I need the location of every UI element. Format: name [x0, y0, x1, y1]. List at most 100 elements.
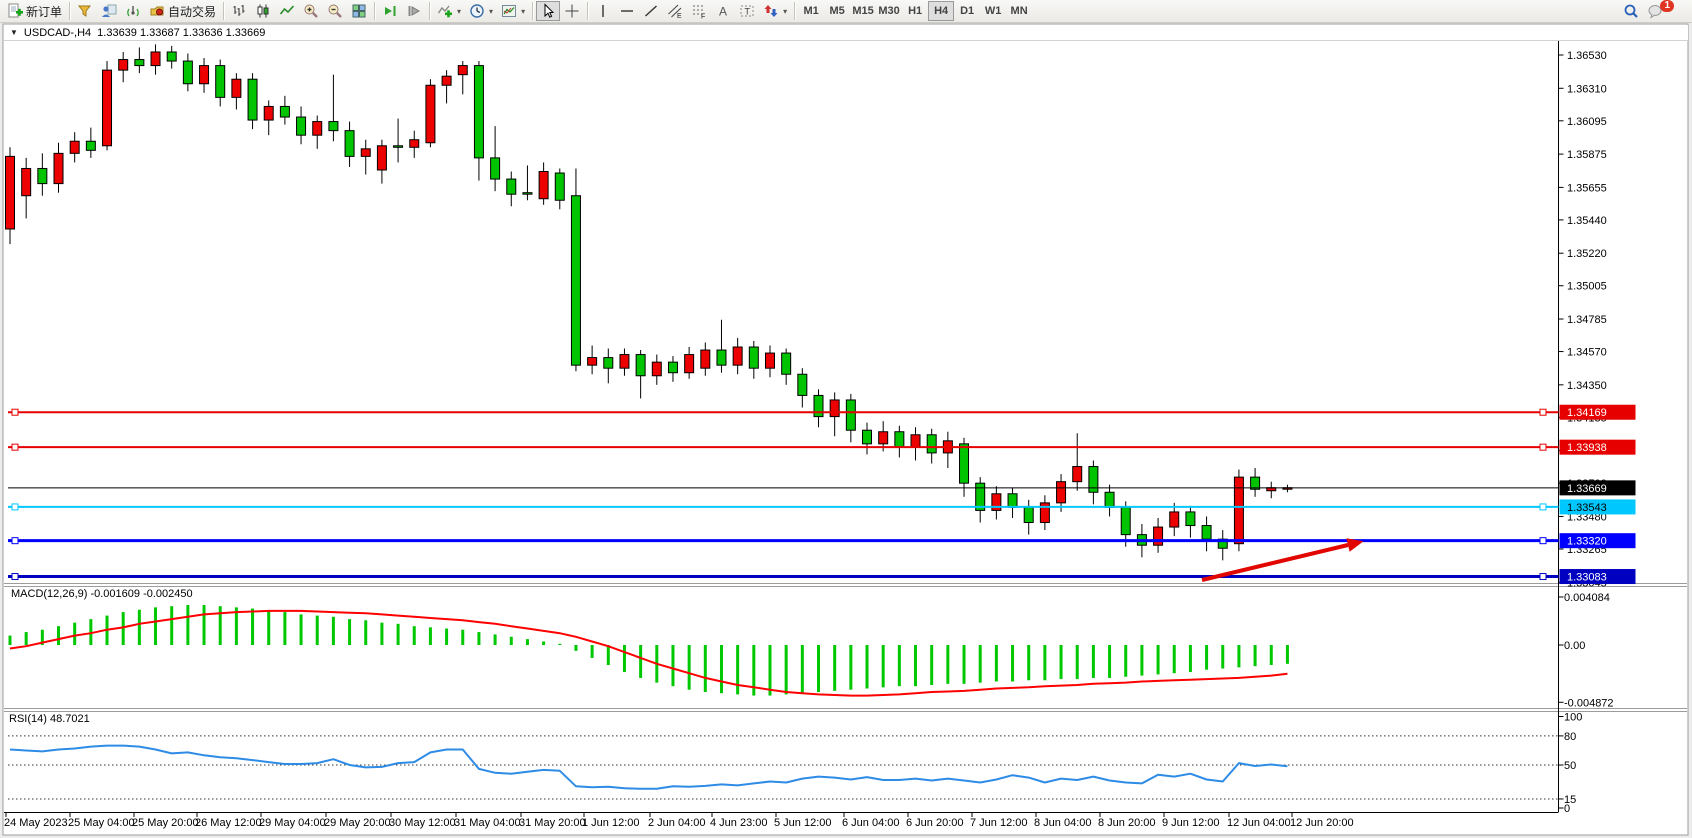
timeframe-m30-button[interactable]: M30 — [876, 1, 902, 21]
svg-text:1.33083: 1.33083 — [1567, 572, 1607, 584]
timeframe-mn-button[interactable]: MN — [1006, 1, 1032, 21]
svg-text:0: 0 — [1564, 803, 1570, 815]
new-order-button[interactable]: 新订单 — [3, 1, 66, 21]
timeframe-m1-button[interactable]: M1 — [798, 1, 824, 21]
svg-text:1.36530: 1.36530 — [1567, 50, 1607, 62]
search-icon — [1623, 3, 1639, 19]
crosshair-button[interactable] — [560, 1, 584, 21]
svg-text:8 Jun 04:00: 8 Jun 04:00 — [1034, 817, 1092, 829]
svg-text:30 May 12:00: 30 May 12:00 — [389, 817, 456, 829]
bar-chart-type-button[interactable] — [227, 1, 251, 21]
toolbar-separator — [532, 2, 533, 20]
svg-text:F: F — [701, 14, 705, 20]
indicators-button[interactable]: ▾ — [433, 1, 465, 21]
svg-text:1.33669: 1.33669 — [1567, 483, 1607, 495]
zoom-in-button[interactable] — [299, 1, 323, 21]
equidistant-channel-button[interactable]: E — [663, 1, 687, 21]
horizontal-line-button[interactable] — [615, 1, 639, 21]
svg-text:12 Jun 04:00: 12 Jun 04:00 — [1227, 817, 1291, 829]
svg-text:8 Jun 20:00: 8 Jun 20:00 — [1098, 817, 1156, 829]
chevron-down-icon: ▾ — [521, 7, 525, 16]
svg-text:31 May 20:00: 31 May 20:00 — [519, 817, 586, 829]
chart-symbol-period: USDCAD-,H4 — [24, 27, 91, 39]
svg-text:1.33320: 1.33320 — [1567, 536, 1607, 548]
svg-text:1.35440: 1.35440 — [1567, 215, 1607, 227]
svg-text:-0.004872: -0.004872 — [1564, 697, 1614, 709]
timeframe-d1-button[interactable]: D1 — [954, 1, 980, 21]
svg-text:1.34570: 1.34570 — [1567, 347, 1607, 359]
fibonacci-button[interactable]: F — [687, 1, 711, 21]
svg-text:1.35220: 1.35220 — [1567, 248, 1607, 260]
toolbar-right-cluster: 1 — [1619, 1, 1692, 21]
funnel-icon — [77, 3, 93, 19]
svg-text:9 Jun 12:00: 9 Jun 12:00 — [1162, 817, 1220, 829]
text-button[interactable]: A — [711, 1, 735, 21]
auto-trading-label: 自动交易 — [168, 3, 216, 20]
funnel-button[interactable] — [73, 1, 97, 21]
timeframe-m5-button[interactable]: M5 — [824, 1, 850, 21]
indicators-icon — [437, 3, 453, 19]
trendline-icon — [643, 3, 659, 19]
chart-ohlc-values: 1.33639 1.33687 1.33636 1.33669 — [97, 27, 265, 39]
fibonacci-icon: F — [691, 3, 707, 19]
toolbar-separator — [374, 2, 375, 20]
vertical-line-icon — [595, 3, 611, 19]
svg-text:24 May 2023: 24 May 2023 — [4, 817, 68, 829]
chevron-down-icon: ▾ — [783, 7, 787, 16]
trendline-button[interactable] — [639, 1, 663, 21]
svg-text:1.34350: 1.34350 — [1567, 380, 1607, 392]
vertical-line-button[interactable] — [591, 1, 615, 21]
cursor-button[interactable] — [536, 1, 560, 21]
svg-text:1.35875: 1.35875 — [1567, 149, 1607, 161]
collapse-icon[interactable]: ▼ — [10, 28, 18, 37]
chart-svg[interactable]: 1.365301.363101.360951.358751.356551.354… — [0, 0, 1692, 838]
chart-title-bar: ▼ USDCAD-,H4 1.33639 1.33687 1.33636 1.3… — [4, 25, 1688, 41]
signal-icon — [125, 3, 141, 19]
chart-shift-button[interactable] — [402, 1, 426, 21]
signal-button[interactable] — [121, 1, 145, 21]
text-icon: A — [715, 3, 731, 19]
svg-text:25 May 04:00: 25 May 04:00 — [68, 817, 135, 829]
auto-trading-icon — [149, 3, 165, 19]
search-button[interactable] — [1619, 1, 1643, 21]
horizontal-line-icon — [619, 3, 635, 19]
timeframe-h4-button[interactable]: H4 — [928, 1, 954, 21]
bar-chart-icon — [231, 3, 247, 19]
text-label-icon: T — [739, 3, 755, 19]
auto-trading-button[interactable]: 自动交易 — [145, 1, 220, 21]
tile-windows-icon — [351, 3, 367, 19]
tile-windows-button[interactable] — [347, 1, 371, 21]
periods-button[interactable]: ▾ — [465, 1, 497, 21]
zoom-out-button[interactable] — [323, 1, 347, 21]
template-icon — [501, 3, 517, 19]
templates-button[interactable]: ▾ — [497, 1, 529, 21]
crosshair-icon — [564, 3, 580, 19]
chevron-down-icon: ▾ — [489, 7, 493, 16]
toolbar-separator — [429, 2, 430, 20]
svg-text:29 May 20:00: 29 May 20:00 — [324, 817, 391, 829]
timeframe-h1-button[interactable]: H1 — [902, 1, 928, 21]
auto-scroll-icon — [382, 3, 398, 19]
svg-text:1.33938: 1.33938 — [1567, 442, 1607, 454]
arrows-button[interactable]: ▾ — [759, 1, 791, 21]
zoom-in-icon — [303, 3, 319, 19]
svg-text:31 May 04:00: 31 May 04:00 — [454, 817, 521, 829]
candlestick-type-button[interactable] — [251, 1, 275, 21]
svg-text:1.34785: 1.34785 — [1567, 314, 1607, 326]
new-order-icon — [7, 3, 23, 19]
auto-scroll-button[interactable] — [378, 1, 402, 21]
profile-button[interactable] — [97, 1, 121, 21]
toolbar-separator — [223, 2, 224, 20]
notifications-button[interactable]: 1 — [1643, 1, 1684, 21]
svg-text:A: A — [719, 5, 727, 19]
toolbar-separator — [794, 2, 795, 20]
svg-text:1.35005: 1.35005 — [1567, 281, 1607, 293]
line-chart-type-button[interactable] — [275, 1, 299, 21]
clock-icon — [469, 3, 485, 19]
rsi-label: RSI(14) 48.7021 — [9, 713, 90, 725]
svg-text:0.004084: 0.004084 — [1564, 592, 1610, 604]
timeframe-m15-button[interactable]: M15 — [850, 1, 876, 21]
text-label-button[interactable]: T — [735, 1, 759, 21]
timeframe-w1-button[interactable]: W1 — [980, 1, 1006, 21]
svg-text:0.00: 0.00 — [1564, 640, 1585, 652]
